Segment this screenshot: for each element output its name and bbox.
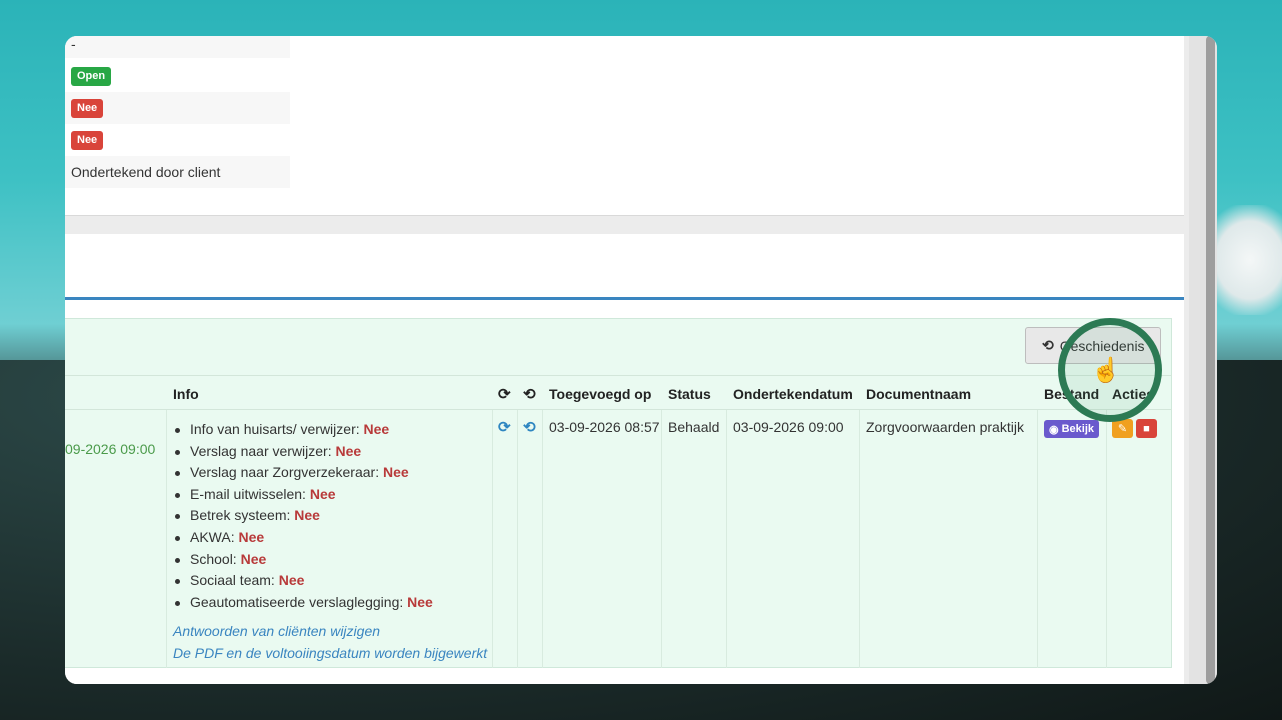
list-item: Betrek systeem: Nee xyxy=(173,505,433,527)
eye-icon: ◉ xyxy=(1049,423,1059,436)
list-item: AKWA: Nee xyxy=(173,527,433,549)
left-date: 09-2026 09:00 xyxy=(65,441,156,457)
pdf-update-link[interactable]: De PDF en de voltooiingsdatum worden bij… xyxy=(173,645,487,661)
list-item: E-mail uitwisselen: Nee xyxy=(173,484,433,506)
scrollbar-track[interactable] xyxy=(1189,36,1217,684)
col-divider xyxy=(859,410,860,668)
detail-row-nee-2: Nee xyxy=(65,124,290,156)
info-list: Info van huisarts/ verwijzer: Nee Versla… xyxy=(173,419,433,613)
history-icon[interactable]: ⟲ xyxy=(523,418,536,436)
list-item: Info van huisarts/ verwijzer: Nee xyxy=(173,419,433,441)
list-item: Verslag naar Zorgverzekeraar: Nee xyxy=(173,462,433,484)
refresh-icon: ⟳ xyxy=(498,385,511,403)
col-divider xyxy=(166,410,167,668)
history-icon: ⟲ xyxy=(523,385,536,403)
col-header-info: Info xyxy=(173,385,199,402)
view-button[interactable]: ◉ Bekijk xyxy=(1044,420,1100,438)
detail-row-signed: Ondertekend door client xyxy=(65,156,290,188)
col-header-status: Status xyxy=(668,385,711,402)
status-badge-nee: Nee xyxy=(71,130,104,150)
next-card-edge xyxy=(65,678,1184,684)
pencil-icon: ✎ xyxy=(1117,423,1128,435)
history-icon: ⟲ xyxy=(1042,337,1054,353)
delete-button[interactable]: ■ xyxy=(1136,419,1157,438)
signed-text: Ondertekend door client xyxy=(71,164,221,180)
table-header: Info ⟳ ⟲ Toegevoegd op Status Onderteken… xyxy=(65,375,1172,410)
hand-cursor-icon: ☝ xyxy=(1091,357,1121,384)
list-item: School: Nee xyxy=(173,549,433,571)
list-item: Geautomatiseerde verslaglegging: Nee xyxy=(173,592,433,614)
view-button-label: Bekijk xyxy=(1061,423,1095,435)
detail-row-nee-1: Nee xyxy=(65,92,290,124)
trash-icon: ■ xyxy=(1143,422,1150,435)
signed-date: 03-09-2026 09:00 xyxy=(733,419,844,435)
col-divider xyxy=(492,410,493,668)
col-divider xyxy=(542,410,543,668)
detail-row-open: Open xyxy=(65,60,290,92)
details-card: - Open Nee Nee Ondertekend door client xyxy=(65,36,1184,216)
documents-panel: ⟲ Geschiedenis Info ⟳ ⟲ Toegevoegd op St… xyxy=(65,318,1172,668)
browser-window: - Open Nee Nee Ondertekend door client ⟲… xyxy=(65,36,1217,684)
col-divider xyxy=(1106,410,1107,668)
col-header-signed-date: Ondertekendatum xyxy=(733,385,853,402)
col-divider xyxy=(726,410,727,668)
status-badge-nee: Nee xyxy=(71,98,104,118)
list-item: Verslag naar verwijzer: Nee xyxy=(173,441,433,463)
added-date: 03-09-2026 08:57 xyxy=(549,419,660,435)
detail-dash: - xyxy=(71,36,76,52)
edit-button[interactable]: ✎ xyxy=(1112,419,1133,438)
col-header-doc-name: Documentnaam xyxy=(866,385,972,402)
col-divider xyxy=(1037,410,1038,668)
row-status: Behaald xyxy=(668,419,720,435)
documents-card: ⟲ Geschiedenis Info ⟳ ⟲ Toegevoegd op St… xyxy=(65,234,1184,684)
tab-underline xyxy=(65,297,1184,300)
list-item: Sociaal team: Nee xyxy=(173,570,433,592)
scrollbar-thumb[interactable] xyxy=(1206,36,1215,684)
detail-row-dash: - xyxy=(65,36,290,58)
document-name: Zorgvoorwaarden praktijk xyxy=(866,419,1024,435)
col-header-added: Toegevoegd op xyxy=(549,385,652,402)
col-divider xyxy=(661,410,662,668)
edit-answers-link[interactable]: Antwoorden van cliënten wijzigen xyxy=(173,623,380,639)
status-badge-open: Open xyxy=(71,66,112,86)
refresh-icon[interactable]: ⟳ xyxy=(498,418,511,436)
col-divider xyxy=(517,410,518,668)
